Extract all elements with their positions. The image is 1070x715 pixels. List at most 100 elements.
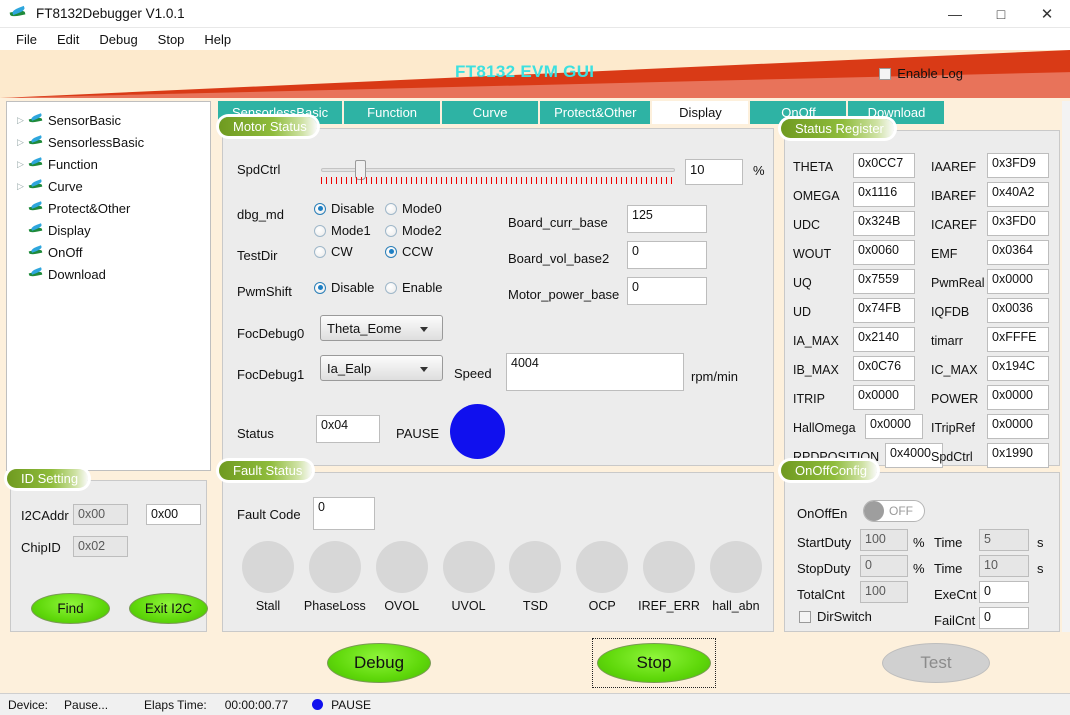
register-value-iqfdb[interactable]: 0x0036 [987,298,1049,323]
fault-lamp-row: Stall PhaseLoss OVOL UVOL TSD OCP IREF_ERR hall… [237,541,767,613]
enable-log-checkbox-box[interactable] [879,67,892,80]
onoffen-toggle-knob[interactable] [864,501,884,521]
status-input[interactable]: 0x04 [316,415,380,443]
register-value-omega[interactable]: 0x1116 [853,182,915,207]
radio-dbg-md-disable-dot[interactable] [314,202,326,215]
register-value-emf[interactable]: 0x0364 [987,240,1049,265]
maximize-icon[interactable]: □ [978,0,1024,28]
tree-item-sensorlessbasic[interactable]: ▷ SensorlessBasic [7,133,210,151]
status-register-title: Status Register [781,119,894,138]
spdctrl-unit: % [753,163,765,178]
radio-dbg-md-mode0[interactable]: Mode0 [385,201,442,216]
tree-item-display[interactable]: Display [7,221,210,239]
startduty-input[interactable]: 100 [860,529,908,551]
radio-dbg-md-disable[interactable]: Disable [314,201,374,216]
radio-testdir-ccw[interactable]: CCW [385,244,433,259]
execnt-input[interactable]: 0 [979,581,1029,603]
board-curr-base-input[interactable]: 125 [627,205,707,233]
tab-function[interactable]: Function [344,101,441,124]
register-value-ic_max[interactable]: 0x194C [987,356,1049,381]
radio-pwmshift-disable-dot[interactable] [314,281,326,294]
stopduty-unit: % [913,561,925,576]
radio-pwmshift-disable[interactable]: Disable [314,280,374,295]
menu-item-help[interactable]: Help [194,30,241,49]
expand-arrow-icon[interactable]: ▷ [17,181,29,192]
register-value-power[interactable]: 0x0000 [987,385,1049,410]
i2caddr-input[interactable]: 0x00 [73,504,128,525]
register-value-uq[interactable]: 0x7559 [853,269,915,294]
register-value-pwmreal[interactable]: 0x0000 [987,269,1049,294]
tree-item-onoff[interactable]: OnOff [7,243,210,261]
menu-item-file[interactable]: File [6,30,47,49]
tab-curve[interactable]: Curve [442,101,539,124]
register-value-icaref[interactable]: 0x3FD0 [987,211,1049,236]
spdctrl-input[interactable]: 10 [685,159,743,185]
menu-item-stop[interactable]: Stop [148,30,195,49]
radio-testdir-ccw-dot[interactable] [385,245,397,258]
fault-lamp-label: Stall [255,599,281,613]
register-label-itripref: ITripRef [931,421,975,435]
tab-protect-other[interactable]: Protect&Other [540,101,651,124]
register-value-ib_max[interactable]: 0x0C76 [853,356,915,381]
dirswitch-checkbox-box[interactable] [799,610,811,623]
spdctrl-slider-track[interactable] [321,168,675,172]
register-value-timarr[interactable]: 0xFFFE [987,327,1049,352]
menu-item-edit[interactable]: Edit [47,30,89,49]
radio-dbg-md-mode2-dot[interactable] [385,224,397,237]
radio-testdir-cw[interactable]: CW [314,244,353,259]
focdebug1-dropdown[interactable]: Ia_Ealp [320,355,443,381]
fault-code-input[interactable]: 0 [313,497,375,530]
motor-power-base-input[interactable]: 0 [627,277,707,305]
navigation-tree[interactable]: ▷ SensorBasic ▷ SensorlessBasic ▷ Function ▷ Cu… [6,101,211,471]
radio-pwmshift-enable[interactable]: Enable [385,280,442,295]
register-value-ud[interactable]: 0x74FB [853,298,915,323]
tree-item-download[interactable]: Download [7,265,210,283]
debug-button[interactable]: Debug [327,643,431,683]
register-value-udc[interactable]: 0x324B [853,211,915,236]
dirswitch-checkbox[interactable]: DirSwitch [799,609,872,624]
focdebug0-dropdown[interactable]: Theta_Eome [320,315,443,341]
find-button[interactable]: Find [31,593,110,624]
stop-button[interactable]: Stop [597,643,711,683]
starttime-input[interactable]: 5 [979,529,1029,551]
tree-item-sensorbasic[interactable]: ▷ SensorBasic [7,111,210,129]
register-value-spdctrl[interactable]: 0x1990 [987,443,1049,468]
register-value-itrip[interactable]: 0x0000 [853,385,915,410]
enable-log-checkbox[interactable]: Enable Log [879,66,963,81]
register-value-itripref[interactable]: 0x0000 [987,414,1049,439]
register-value-theta[interactable]: 0x0CC7 [853,153,915,178]
close-icon[interactable]: ✕ [1024,0,1070,28]
tab-display[interactable]: Display [652,101,749,124]
register-value-hallomega[interactable]: 0x0000 [865,414,923,439]
register-value-iaaref[interactable]: 0x3FD9 [987,153,1049,178]
exit-i2c-button[interactable]: Exit I2C [129,593,208,624]
radio-pwmshift-enable-dot[interactable] [385,281,397,294]
onoffen-toggle[interactable]: OFF [863,500,925,522]
tree-item-function[interactable]: ▷ Function [7,155,210,173]
content-scrollbar[interactable] [1062,101,1070,632]
expand-arrow-icon[interactable]: ▷ [17,115,29,126]
minimize-icon[interactable]: — [932,0,978,28]
chipid-input[interactable]: 0x02 [73,536,128,557]
radio-dbg-md-mode0-dot[interactable] [385,202,397,215]
radio-dbg-md-mode1-dot[interactable] [314,224,326,237]
tree-item-protect-other[interactable]: Protect&Other [7,199,210,217]
radio-dbg-md-mode1[interactable]: Mode1 [314,223,371,238]
speed-input[interactable]: 4004 [506,353,684,391]
radio-dbg-md-mode2[interactable]: Mode2 [385,223,442,238]
totalcnt-input[interactable]: 100 [860,581,908,603]
expand-arrow-icon[interactable]: ▷ [17,137,29,148]
register-value-ia_max[interactable]: 0x2140 [853,327,915,352]
board-vol-base2-input[interactable]: 0 [627,241,707,269]
failcnt-input[interactable]: 0 [979,607,1029,629]
menu-item-debug[interactable]: Debug [89,30,147,49]
stoptime-input[interactable]: 10 [979,555,1029,577]
radio-testdir-cw-dot[interactable] [314,245,326,258]
tree-item-curve[interactable]: ▷ Curve [7,177,210,195]
expand-arrow-icon[interactable]: ▷ [17,159,29,170]
stopduty-input[interactable]: 0 [860,555,908,577]
register-value-wout[interactable]: 0x0060 [853,240,915,265]
register-value-ibaref[interactable]: 0x40A2 [987,182,1049,207]
i2caddr-secondary-input[interactable]: 0x00 [146,504,201,525]
dirswitch-label: DirSwitch [817,609,872,624]
